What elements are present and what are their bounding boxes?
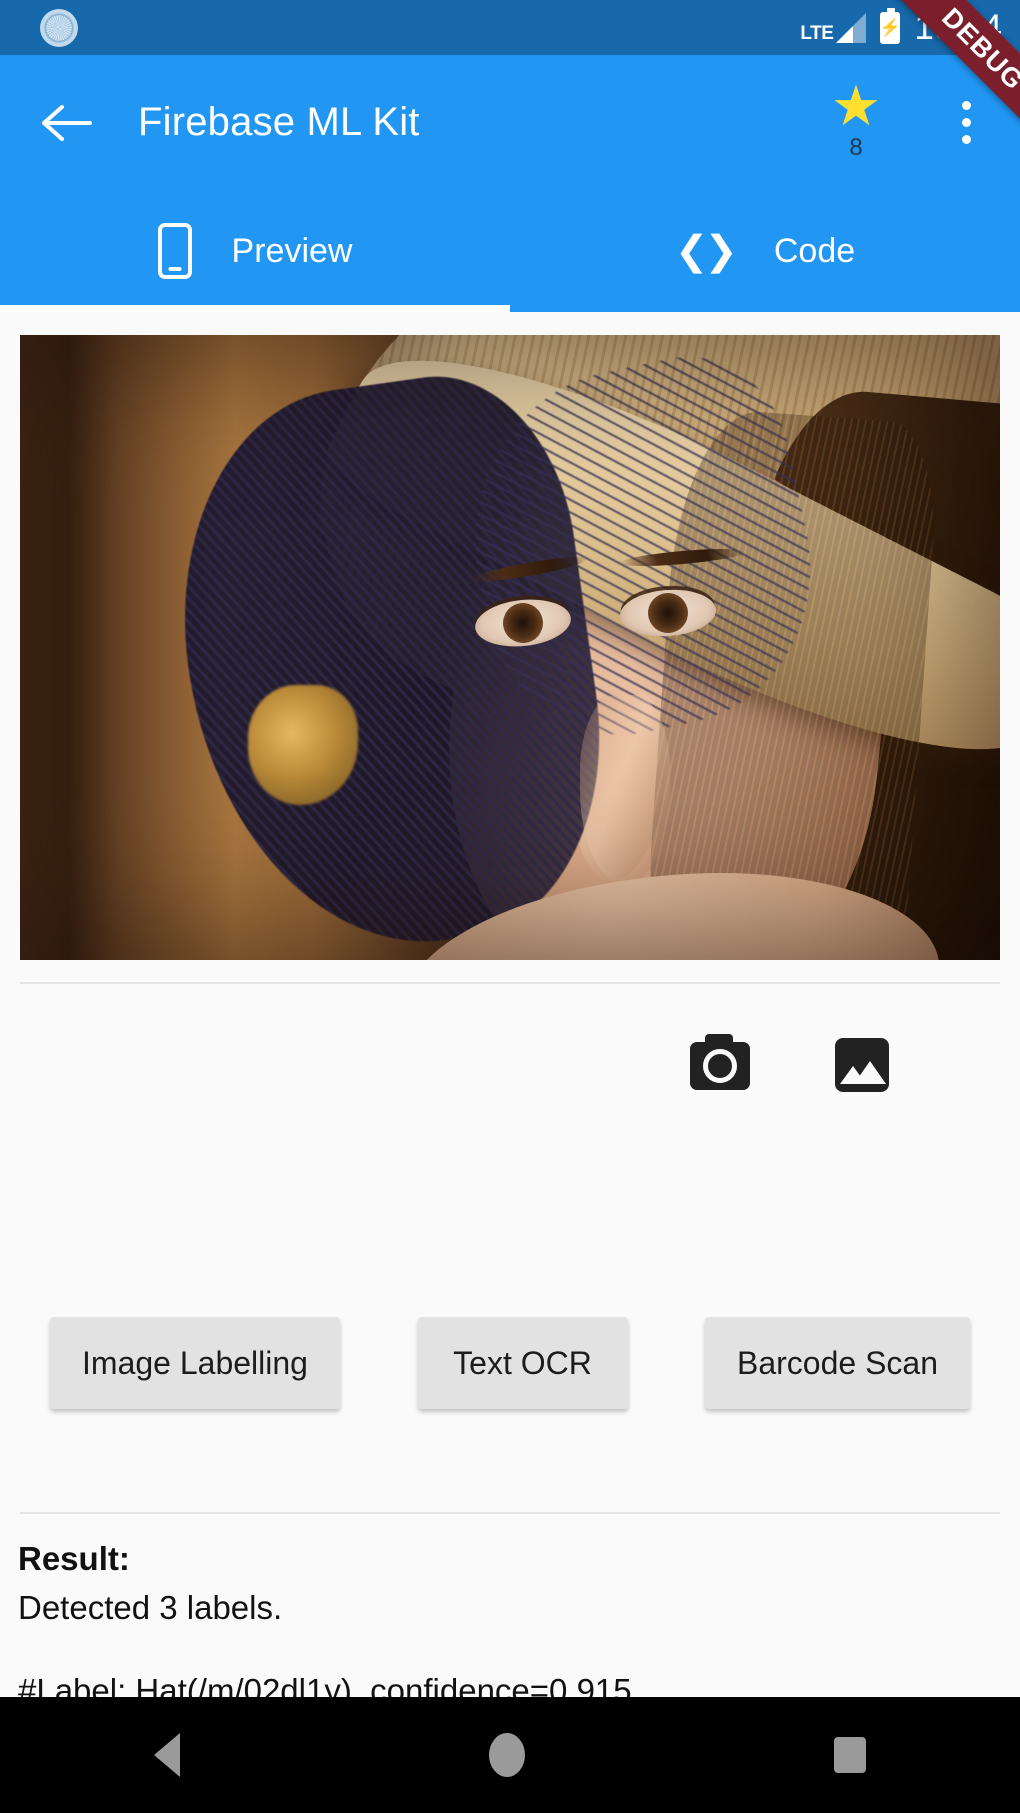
signal-strength-icon	[836, 12, 867, 43]
signal-bars-icon: LTE	[800, 12, 867, 44]
gallery-icon[interactable]	[835, 1038, 889, 1092]
status-bar: LTE ⚡ 10:14	[0, 0, 1020, 55]
app-root: LTE ⚡ 10:14 Firebase ML Kit ★ 8 DEBUG Pr…	[0, 0, 1020, 1813]
star-count-badge: 8	[849, 133, 863, 161]
camera-icon[interactable]	[690, 1034, 750, 1090]
status-bar-clock: 10:14	[914, 8, 1002, 47]
star-icon: ★	[830, 73, 882, 137]
network-type-label: LTE	[800, 22, 834, 44]
barcode-scan-button[interactable]: Barcode Scan	[705, 1317, 970, 1409]
tab-preview-label: Preview	[231, 231, 353, 270]
back-arrow-icon[interactable]	[40, 97, 92, 149]
overflow-menu-icon[interactable]	[938, 95, 994, 151]
ml-action-buttons: Image Labelling Text OCR Barcode Scan	[0, 1317, 1020, 1409]
tab-code-label: Code	[773, 231, 856, 270]
nav-back-icon[interactable]	[154, 1733, 181, 1777]
app-bar: Firebase ML Kit ★ 8	[0, 55, 1020, 190]
system-navigation-bar	[0, 1697, 1020, 1813]
result-summary: Detected 3 labels.	[18, 1589, 283, 1626]
divider-below-image	[20, 982, 1000, 984]
nav-home-icon[interactable]	[488, 1733, 525, 1777]
status-bar-right: LTE ⚡ 10:14	[800, 7, 1002, 47]
phone-icon	[157, 223, 192, 279]
preview-content: Image Labelling Text OCR Barcode Scan Re…	[0, 312, 1020, 1807]
code-brackets-icon: ❮❯	[674, 229, 738, 273]
page-title: Firebase ML Kit	[138, 100, 420, 144]
result-heading: Result:	[18, 1540, 130, 1577]
nav-recents-icon[interactable]	[833, 1737, 866, 1773]
status-bar-left	[40, 8, 800, 47]
sync-icon	[40, 8, 78, 47]
text-ocr-button[interactable]: Text OCR	[417, 1317, 628, 1409]
divider-above-result	[20, 1512, 1000, 1514]
tab-bar: Preview ❮❯ Code	[0, 190, 1020, 312]
tab-code[interactable]: ❮❯ Code	[510, 190, 1020, 312]
image-labelling-button[interactable]: Image Labelling	[50, 1317, 340, 1409]
preview-image[interactable]	[20, 335, 1000, 960]
image-source-actions	[0, 1022, 1020, 1142]
battery-charging-icon: ⚡	[880, 7, 901, 44]
star-button[interactable]: ★ 8	[820, 73, 892, 169]
tab-preview[interactable]: Preview	[0, 190, 510, 312]
